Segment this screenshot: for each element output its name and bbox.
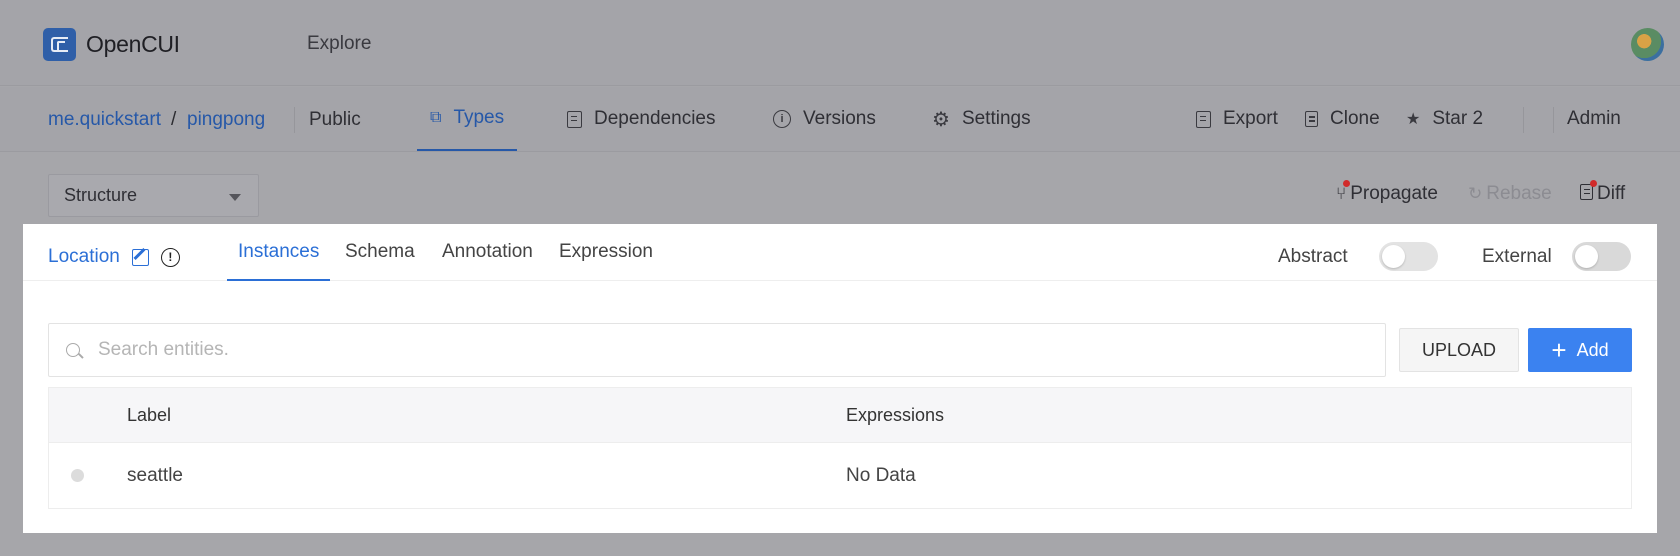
tab-annotation[interactable]: Annotation [442, 241, 533, 281]
caret-down-icon [229, 194, 241, 201]
type-detail-panel: Location ! Instances Schema Annotation E… [23, 224, 1657, 533]
project-navbar: me.quickstart / pingpong Public ⧉ Types … [0, 87, 1680, 152]
export-label: Export [1223, 108, 1278, 129]
dependencies-icon [567, 110, 582, 128]
diff-label: Diff [1597, 183, 1626, 204]
structure-select[interactable]: Structure [48, 174, 259, 217]
tab-instances[interactable]: Instances [227, 241, 331, 281]
top-navbar: OpenCUI Explore [0, 0, 1680, 86]
admin-link[interactable]: Admin [1567, 87, 1621, 151]
instances-table: Label Expressions seattle No Data [48, 387, 1632, 509]
divider [1553, 107, 1554, 133]
types-icon: ⧉ [430, 109, 442, 126]
diff-icon [1580, 179, 1597, 205]
opencui-logo-icon [43, 28, 76, 61]
propagate-button[interactable]: ⑂ Propagate [1336, 180, 1438, 205]
breadcrumb-separator: / [171, 109, 177, 130]
export-icon [1196, 110, 1211, 128]
search-input[interactable] [98, 339, 1298, 361]
tab-settings[interactable]: ⚙ Settings [932, 87, 1031, 151]
tab-versions[interactable]: i Versions [773, 87, 876, 151]
add-button[interactable]: + Add [1528, 328, 1632, 372]
external-label: External [1482, 246, 1552, 267]
edit-icon[interactable] [131, 248, 149, 266]
branch-icon: ⑂ [1336, 180, 1351, 204]
copy-icon [1305, 111, 1318, 127]
row-status-dot [71, 469, 84, 482]
row-expressions: No Data [846, 465, 916, 486]
tab-expression[interactable]: Expression [559, 241, 653, 281]
search-icon [66, 343, 80, 357]
table-header: Label Expressions [49, 388, 1631, 443]
admin-label: Admin [1567, 108, 1621, 129]
export-button[interactable]: Export [1196, 87, 1278, 151]
star-count-label: Star 2 [1432, 108, 1484, 129]
rebase-button[interactable]: ↻ Rebase [1468, 183, 1552, 205]
divider [1523, 107, 1524, 133]
column-header-label: Label [127, 405, 172, 425]
notification-dot [1590, 179, 1597, 187]
rebase-label: Rebase [1486, 183, 1552, 204]
column-header-expressions: Expressions [846, 405, 945, 425]
info-icon[interactable]: ! [160, 247, 180, 267]
app-logo[interactable]: OpenCUI [43, 28, 180, 61]
star-button[interactable]: ★ Star 2 [1406, 87, 1483, 151]
upload-button[interactable]: UPLOAD [1399, 328, 1519, 372]
row-label[interactable]: seattle [127, 465, 183, 487]
propagate-label: Propagate [1350, 183, 1438, 204]
tab-types-label: Types [453, 107, 505, 128]
tab-schema[interactable]: Schema [345, 241, 415, 281]
breadcrumb-project[interactable]: pingpong [187, 109, 265, 131]
notification-dot [1343, 180, 1351, 187]
user-avatar[interactable] [1631, 28, 1664, 61]
tab-dependencies-label: Dependencies [594, 108, 716, 129]
divider [294, 107, 295, 133]
refresh-icon: ↻ [1468, 184, 1483, 203]
plus-icon: + [1551, 335, 1567, 365]
diff-button[interactable]: Diff [1580, 179, 1626, 205]
explore-link[interactable]: Explore [307, 33, 371, 55]
clone-label: Clone [1330, 108, 1380, 129]
info-icon: i [773, 110, 791, 128]
add-label: Add [1576, 339, 1609, 360]
tab-versions-label: Versions [803, 108, 876, 129]
tab-dependencies[interactable]: Dependencies [567, 87, 715, 151]
breadcrumb-org[interactable]: me.quickstart [48, 109, 161, 131]
app-name: OpenCUI [86, 31, 180, 57]
tab-settings-label: Settings [961, 108, 1031, 129]
tab-types[interactable]: ⧉ Types [417, 87, 518, 151]
table-row[interactable]: seattle No Data [49, 443, 1631, 508]
external-toggle[interactable] [1572, 242, 1631, 271]
clone-button[interactable]: Clone [1305, 87, 1380, 151]
type-name[interactable]: Location [48, 246, 120, 268]
gear-icon: ⚙ [932, 108, 950, 131]
type-title: Location ! [48, 246, 180, 268]
search-box [48, 323, 1386, 377]
visibility-label: Public [309, 109, 361, 130]
abstract-toggle[interactable] [1379, 242, 1438, 271]
structure-select-value: Structure [64, 185, 138, 205]
abstract-label: Abstract [1278, 246, 1348, 267]
star-icon: ★ [1406, 111, 1421, 128]
